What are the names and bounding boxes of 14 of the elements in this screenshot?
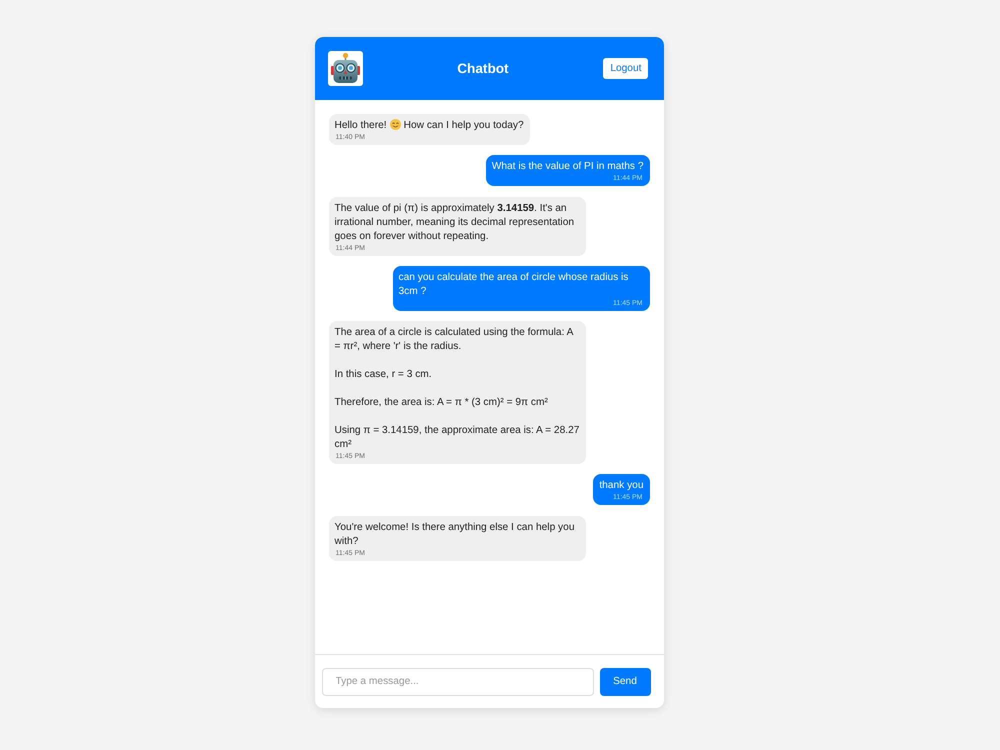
send-button[interactable]: Send xyxy=(600,668,650,696)
message-input[interactable]: Type a message... xyxy=(322,668,594,696)
message-text: What is the value of PI in maths ? xyxy=(492,160,644,174)
message-text: How can I help you today? xyxy=(404,120,524,131)
message-text: The area of a circle is calculated using the formula: A = πr², where 'r' is the radius. In this case, r = 3 cm. Therefore, the area is: A = π * (3 cm)² = 9π cm² Using π = 3.14159, the approximate area is: A = 28.27 cm² xyxy=(334,326,580,452)
message-text: The value of pi (π) is approximately 3.14159. It's an irrational number, meaning its decimal representation goes on forever without repeating. xyxy=(334,202,576,244)
message-text: thank you xyxy=(599,479,644,494)
message-text: can you calculate the area of circle whose radius is 3cm ? xyxy=(398,270,630,299)
smiling-face-icon xyxy=(390,119,401,130)
message-text: You're welcome! Is there anything else I can help you with? xyxy=(334,520,576,549)
robot-icon xyxy=(328,51,362,86)
message-text: Hello there! xyxy=(334,120,387,131)
chat-title: Chatbot xyxy=(457,60,509,76)
logout-button[interactable]: Logout xyxy=(603,58,648,79)
